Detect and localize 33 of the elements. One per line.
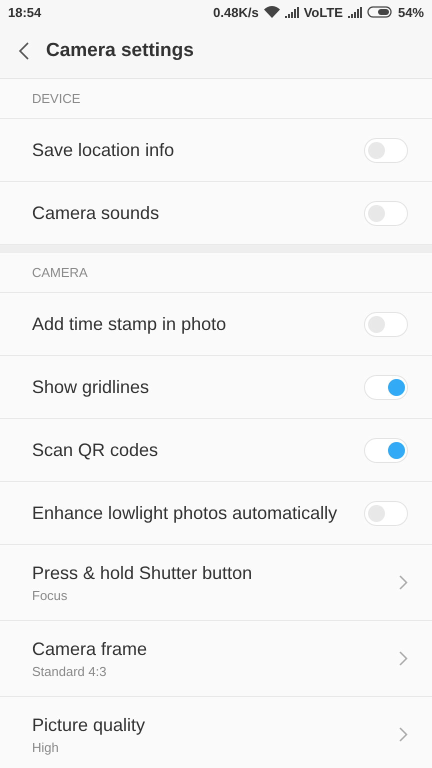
wifi-icon bbox=[264, 6, 280, 18]
section-header: CAMERA bbox=[32, 265, 88, 280]
signal-icon bbox=[284, 6, 299, 18]
back-icon[interactable] bbox=[18, 42, 30, 60]
setting-value: High bbox=[32, 740, 60, 754]
setting-label: Add time stamp in photo bbox=[32, 314, 226, 334]
toggle-switch[interactable] bbox=[364, 500, 408, 526]
section-header: DEVICE bbox=[32, 91, 80, 106]
toggle-switch[interactable] bbox=[364, 200, 408, 226]
clock: 18:54 bbox=[8, 4, 42, 20]
setting-value: Focus bbox=[32, 588, 68, 602]
setting-label: Camera sounds bbox=[32, 202, 160, 224]
setting-label: Camera frame bbox=[32, 638, 148, 660]
toggle-switch[interactable] bbox=[364, 138, 408, 162]
toggle-switch[interactable] bbox=[364, 374, 408, 400]
setting-label: Enhance lowlight photos automatically bbox=[32, 502, 338, 524]
setting-label: Press & hold Shutter button bbox=[32, 562, 252, 584]
toggle-switch[interactable] bbox=[364, 438, 408, 462]
chevron-right-icon[interactable] bbox=[399, 727, 408, 742]
chevron-right-icon[interactable] bbox=[399, 651, 408, 666]
battery-icon bbox=[366, 6, 393, 18]
network-speed: 0.48K/s bbox=[213, 4, 259, 20]
setting-label: Picture quality bbox=[32, 714, 146, 736]
chevron-right-icon[interactable] bbox=[399, 575, 408, 590]
setting-label: Show gridlines bbox=[32, 376, 150, 398]
screen-title: Camera settings bbox=[46, 40, 194, 62]
setting-label: Scan QR codes bbox=[32, 440, 158, 460]
battery-level: 54% bbox=[398, 4, 424, 20]
network-type: VoLTE bbox=[304, 4, 343, 20]
signal-icon bbox=[348, 6, 362, 18]
setting-value: Standard 4:3 bbox=[32, 664, 108, 678]
setting-label: Save location info bbox=[32, 140, 174, 160]
toggle-switch[interactable] bbox=[364, 312, 408, 336]
